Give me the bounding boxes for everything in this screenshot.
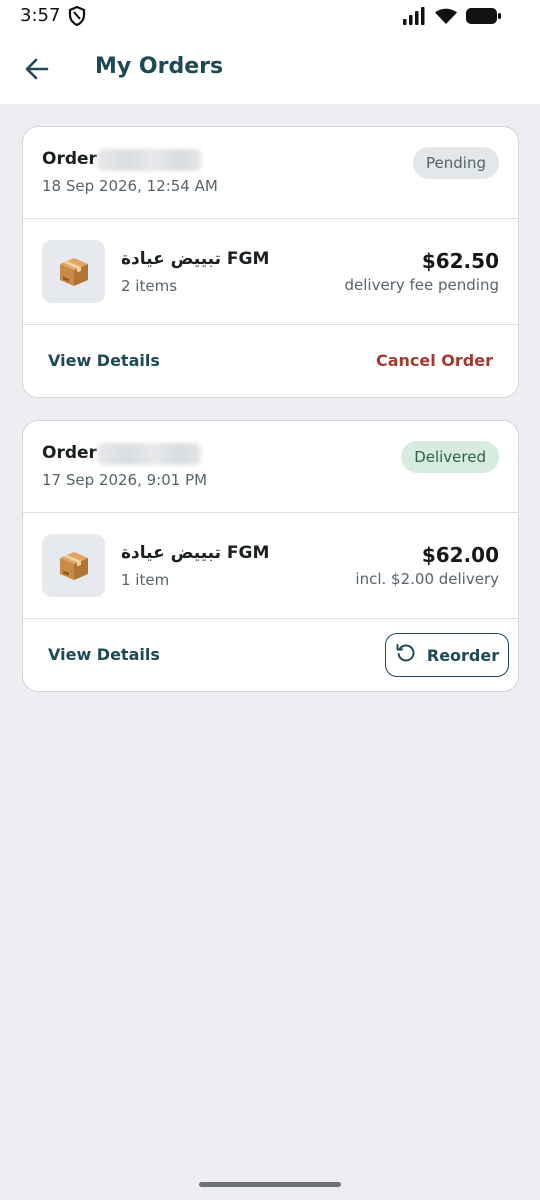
order-actions: View Details Reorder	[23, 619, 518, 691]
order-date: 18 Sep 2026, 12:54 AM	[42, 177, 218, 195]
status-badge: Pending	[413, 147, 499, 179]
view-details-button[interactable]: View Details	[48, 645, 160, 664]
home-indicator[interactable]	[199, 1182, 341, 1187]
reorder-label: Reorder	[426, 645, 500, 665]
item-name: تبييض عيادة FGM	[121, 249, 270, 269]
order-card: Order 17 Sep 2026, 9:01 PM Delivered تبي…	[22, 420, 519, 692]
order-total: $62.00	[421, 543, 499, 567]
order-id-redacted	[97, 149, 201, 171]
order-item[interactable]: تبييض عيادة FGM 1 item $62.00 incl. $2.0…	[23, 513, 518, 619]
order-card-header: Order 17 Sep 2026, 9:01 PM Delivered	[23, 421, 518, 513]
view-details-button[interactable]: View Details	[48, 351, 160, 370]
wifi-icon	[434, 7, 458, 29]
back-arrow-icon[interactable]	[22, 54, 52, 84]
order-label: Order	[42, 443, 97, 463]
order-item[interactable]: تبييض عيادة FGM 2 items $62.50 delivery …	[23, 219, 518, 325]
reorder-button[interactable]: Reorder	[385, 633, 509, 677]
order-label: Order	[42, 149, 97, 169]
delivery-note: delivery fee pending	[344, 276, 499, 294]
delivery-note: incl. $2.00 delivery	[355, 570, 499, 588]
package-icon	[42, 240, 105, 303]
status-bar: 3:57	[0, 0, 540, 32]
shield-icon	[68, 5, 86, 30]
order-actions: View Details Cancel Order	[23, 325, 518, 397]
status-time: 3:57	[20, 5, 61, 26]
reorder-icon	[395, 642, 417, 668]
app-header: My Orders	[0, 32, 540, 104]
order-card: Order 18 Sep 2026, 12:54 AM Pending تبيي…	[22, 126, 519, 398]
page-title: My Orders	[95, 54, 224, 79]
signal-icon	[402, 7, 426, 29]
package-icon	[42, 534, 105, 597]
order-total: $62.50	[421, 249, 499, 273]
item-count: 2 items	[121, 277, 178, 295]
status-badge: Delivered	[401, 441, 499, 473]
cancel-order-button[interactable]: Cancel Order	[376, 351, 493, 370]
battery-icon	[466, 7, 502, 29]
item-count: 1 item	[121, 571, 170, 589]
order-card-header: Order 18 Sep 2026, 12:54 AM Pending	[23, 127, 518, 219]
item-name: تبييض عيادة FGM	[121, 543, 270, 563]
order-id-redacted	[97, 443, 201, 465]
order-date: 17 Sep 2026, 9:01 PM	[42, 471, 208, 489]
